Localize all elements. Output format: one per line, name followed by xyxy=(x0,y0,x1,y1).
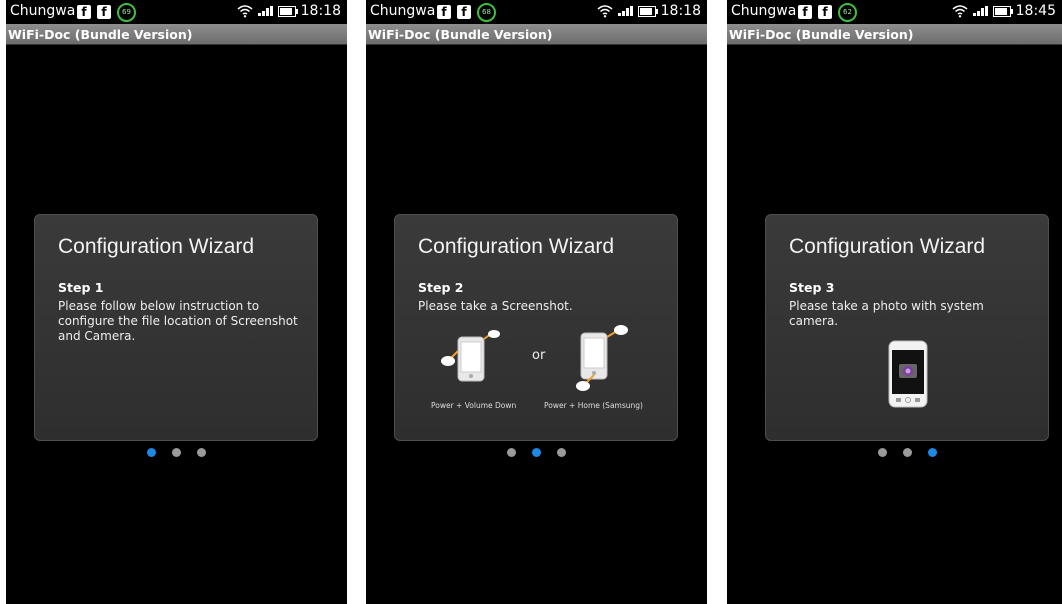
or-label: or xyxy=(532,348,546,363)
wizard-card: Configuration Wizard Step 3 Please take … xyxy=(765,214,1049,441)
option-1-caption: Power + Volume Down xyxy=(431,401,517,410)
app-title-bar: WiFi-Doc (Bundle Version) xyxy=(366,24,707,45)
clock: 18:18 xyxy=(660,3,701,19)
signal-icon xyxy=(257,6,273,16)
signal-icon xyxy=(617,6,633,16)
page-indicator[interactable] xyxy=(366,448,707,457)
facebook-icon: f xyxy=(457,5,471,19)
facebook-icon: f xyxy=(97,5,111,19)
app-title-bar: WiFi-Doc (Bundle Version) xyxy=(727,24,1062,45)
app-title-bar: WiFi-Doc (Bundle Version) xyxy=(6,24,347,45)
wifi-icon xyxy=(237,5,253,18)
page-dot-3[interactable] xyxy=(928,448,937,457)
wizard-title: Configuration Wizard xyxy=(418,235,615,258)
badge-counter: 62 xyxy=(838,3,857,22)
option-2-caption: Power + Home (Samsung) xyxy=(544,401,643,410)
page-dot-2[interactable] xyxy=(532,448,541,457)
page-dot-1[interactable] xyxy=(507,448,516,457)
page-indicator[interactable] xyxy=(6,448,347,457)
battery-icon xyxy=(992,5,1013,17)
status-bar: Chungwa f f 62 18:45 xyxy=(727,0,1062,24)
page-dot-2[interactable] xyxy=(903,448,912,457)
facebook-icon: f xyxy=(798,5,812,19)
step-label: Step 3 xyxy=(789,280,835,295)
wizard-card: Configuration Wizard Step 1 Please follo… xyxy=(34,214,318,441)
clock: 18:18 xyxy=(300,3,341,19)
carrier-name: Chungwa xyxy=(10,3,76,19)
wizard-card: Configuration Wizard Step 2 Please take … xyxy=(394,214,678,441)
wifi-icon xyxy=(952,5,968,18)
facebook-icon: f xyxy=(77,5,91,19)
carrier-name: Chungwa xyxy=(731,3,797,19)
phone-screen-1: Chungwa f f 69 18:18 WiFi-Doc (Bundle Ve… xyxy=(6,0,347,604)
phone-screen-2: Chungwa f f 68 18:18 WiFi-Doc (Bundle Ve… xyxy=(366,0,707,604)
step-description: Please take a photo with system camera. xyxy=(789,299,984,328)
status-bar: Chungwa f f 68 18:18 xyxy=(366,0,707,24)
step-label: Step 2 xyxy=(418,280,464,295)
battery-icon xyxy=(637,5,658,17)
page-dot-1[interactable] xyxy=(147,448,156,457)
page-dot-2[interactable] xyxy=(172,448,181,457)
carrier-name: Chungwa xyxy=(370,3,436,19)
badge-counter: 68 xyxy=(477,3,496,22)
page-indicator[interactable] xyxy=(727,448,1062,457)
status-bar: Chungwa f f 69 18:18 xyxy=(6,0,347,24)
battery-icon xyxy=(277,5,298,17)
phone-screen-3: Chungwa f f 62 18:45 WiFi-Doc (Bundle Ve… xyxy=(727,0,1062,604)
facebook-icon: f xyxy=(437,5,451,19)
wizard-title: Configuration Wizard xyxy=(789,235,986,258)
step-description: Please follow below instruction to confi… xyxy=(58,299,298,343)
step-label: Step 1 xyxy=(58,280,104,295)
wizard-title: Configuration Wizard xyxy=(58,235,255,258)
step-description: Please take a Screenshot. xyxy=(418,299,573,313)
page-dot-3[interactable] xyxy=(557,448,566,457)
phone-home-button-illustration-icon xyxy=(576,325,628,391)
signal-icon xyxy=(972,6,988,16)
wifi-icon xyxy=(597,5,613,18)
page-dot-1[interactable] xyxy=(878,448,887,457)
clock: 18:45 xyxy=(1015,3,1056,19)
phone-volume-down-illustration-icon xyxy=(441,330,500,382)
facebook-icon: f xyxy=(818,5,832,19)
camera-phone-illustration-icon xyxy=(888,340,928,408)
badge-counter: 69 xyxy=(117,3,136,22)
page-dot-3[interactable] xyxy=(197,448,206,457)
